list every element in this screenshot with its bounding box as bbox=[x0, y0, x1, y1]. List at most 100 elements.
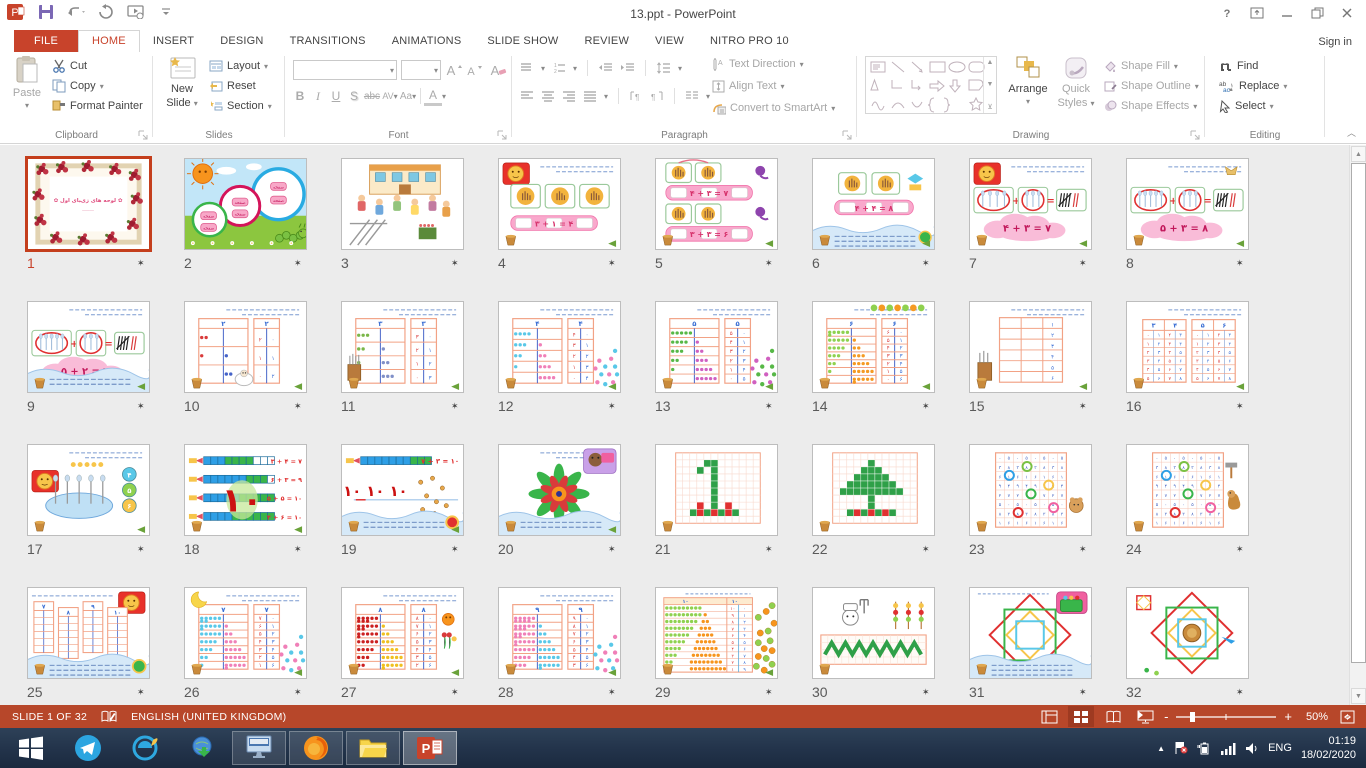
animation-indicator-star-icon[interactable]: ✶ bbox=[137, 258, 145, 269]
animation-indicator-star-icon[interactable]: ✶ bbox=[294, 544, 302, 555]
taskbar-firefox-icon[interactable] bbox=[289, 731, 343, 765]
animation-indicator-star-icon[interactable]: ✶ bbox=[451, 687, 459, 698]
format-painter-button[interactable]: Format Painter bbox=[52, 96, 143, 116]
font-name-combo[interactable]: ▾ bbox=[293, 60, 397, 80]
slide-thumbnail-7[interactable]: +=۴ + ۳ = ۷ bbox=[969, 158, 1092, 250]
slide-thumbnail-13[interactable]: ۵۵۵۰۴۱۳۲۲۳۱۴۰۵ bbox=[655, 301, 778, 393]
slide-thumbnail-30[interactable] bbox=[812, 587, 935, 679]
normal-view-button[interactable] bbox=[1036, 706, 1062, 727]
animation-indicator-star-icon[interactable]: ✶ bbox=[1079, 687, 1087, 698]
text-shadow-button[interactable]: S bbox=[345, 86, 363, 106]
tab-insert[interactable]: INSERT bbox=[140, 31, 207, 52]
taskbar-idm-icon[interactable] bbox=[175, 731, 229, 765]
slide-thumbnail-12[interactable]: ۴۴۴۰۳۱۲۲۱۳۰۴ bbox=[498, 301, 621, 393]
font-size-combo[interactable]: ▾ bbox=[401, 60, 441, 80]
zoom-slider[interactable] bbox=[1174, 710, 1278, 724]
zoom-in-button[interactable]: + bbox=[1284, 709, 1292, 724]
animation-indicator-star-icon[interactable]: ✶ bbox=[922, 687, 930, 698]
italic-button[interactable]: I bbox=[309, 86, 327, 106]
animation-indicator-star-icon[interactable]: ✶ bbox=[922, 544, 930, 555]
shrink-font-button[interactable]: A bbox=[465, 60, 483, 80]
taskbar-internet-explorer-icon[interactable] bbox=[118, 731, 172, 765]
tab-home[interactable]: HOME bbox=[78, 30, 140, 53]
taskbar-file-explorer-icon[interactable] bbox=[346, 731, 400, 765]
convert-smartart-button[interactable]: Convert to SmartArt▾ bbox=[712, 98, 835, 118]
grow-font-button[interactable]: A bbox=[445, 60, 463, 80]
slide-thumbnail-4[interactable]: ۳ + ۱ = ۴ bbox=[498, 158, 621, 250]
align-text-button[interactable]: Align Text▾ bbox=[712, 76, 785, 96]
sign-in-link[interactable]: Sign in bbox=[1318, 36, 1352, 48]
shapes-gallery[interactable]: ▲ ▼ ⊻ bbox=[865, 56, 997, 114]
align-right-button[interactable] bbox=[562, 90, 576, 102]
slide-thumbnail-16[interactable]: ۳۴۰۱۲۳۱۲۳۴۲۳۴۵۳۴۵۶۴۵۶۷۵۶۷۸۵۶۰۱۲۳۱۲۳۴۲۳۴۵… bbox=[1126, 301, 1249, 393]
slide-thumbnail-1[interactable]: ✿ ﻟﻮﺣﻪ ﻫﺎی ﺯیﺒﺎی ﺍﻭﻝ ✿﹏﹏﹏ bbox=[25, 156, 152, 252]
reset-button[interactable]: Reset bbox=[209, 76, 256, 96]
slide-thumbnail-28[interactable]: ۹۹۹۰۸۱۷۲۶۳۵۴۴۵۳۶ bbox=[498, 587, 621, 679]
taskbar-telegram-icon[interactable] bbox=[61, 731, 115, 765]
increase-indent-button[interactable] bbox=[620, 62, 635, 74]
align-center-button[interactable] bbox=[541, 90, 555, 102]
slide-thumbnail-23[interactable]: ۰۵۰۵۰۵۰۵۳۸۳۸۳۸۳۸۶۱۶۱۶۱۶۱۹۴۹۴۹۴۹۴۲۷۲۷۲۷۲۷… bbox=[969, 444, 1092, 536]
slide-thumbnail-24[interactable]: ۰۵۰۵۰۵۰۵۳۸۳۸۳۸۳۸۶۱۶۱۶۱۶۱۹۴۹۴۹۴۹۴۲۷۲۷۲۷۲۷… bbox=[1126, 444, 1249, 536]
shapes-more[interactable]: ⊻ bbox=[987, 103, 992, 111]
tab-nitro[interactable]: NITRO PRO 10 bbox=[697, 31, 802, 52]
shape-effects-button[interactable]: Shape Effects▾ bbox=[1103, 96, 1197, 116]
align-left-button[interactable] bbox=[520, 90, 534, 102]
animation-indicator-star-icon[interactable]: ✶ bbox=[765, 401, 773, 412]
slide-thumbnail-8[interactable]: +=۵ + ۳ = ۸ bbox=[1126, 158, 1249, 250]
paragraph-dialog-launcher[interactable] bbox=[842, 130, 852, 140]
animation-indicator-star-icon[interactable]: ✶ bbox=[608, 258, 616, 269]
slide-thumbnail-26[interactable]: ۷۷۷۰۶۱۵۲۴۳۳۴۲۵۱۶ bbox=[184, 587, 307, 679]
animation-indicator-star-icon[interactable]: ✶ bbox=[294, 258, 302, 269]
find-button[interactable]: Find bbox=[1219, 56, 1258, 76]
taskbar-start-button[interactable] bbox=[4, 731, 58, 765]
line-spacing-button[interactable] bbox=[656, 62, 671, 74]
quick-styles-button[interactable]: Quick Styles ▾ bbox=[1053, 55, 1099, 125]
animation-indicator-star-icon[interactable]: ✶ bbox=[451, 544, 459, 555]
language-indicator[interactable]: ENGLISH (UNITED KINGDOM) bbox=[131, 711, 286, 723]
slide-thumbnail-14[interactable]: ۶۶۶۰۵۱۴۲۳۳۲۴۱۵۰۶ bbox=[812, 301, 935, 393]
animation-indicator-star-icon[interactable]: ✶ bbox=[608, 401, 616, 412]
spell-check-icon[interactable] bbox=[101, 710, 117, 723]
battery-icon[interactable] bbox=[1197, 741, 1211, 755]
font-dialog-launcher[interactable] bbox=[497, 130, 507, 140]
shapes-scroll-up[interactable]: ▲ bbox=[987, 59, 994, 66]
collapse-ribbon-button[interactable]: ︿ bbox=[1347, 126, 1356, 139]
vertical-scrollbar[interactable]: ▲ ▼ bbox=[1349, 145, 1366, 705]
arrange-button[interactable]: Arrange▾ bbox=[1005, 55, 1051, 125]
fit-to-window-button[interactable] bbox=[1334, 706, 1360, 727]
new-slide-button[interactable]: New Slide ▾ bbox=[159, 55, 205, 125]
animation-indicator-star-icon[interactable]: ✶ bbox=[1079, 258, 1087, 269]
animation-indicator-star-icon[interactable]: ✶ bbox=[1236, 544, 1244, 555]
replace-button[interactable]: abacReplace▾ bbox=[1219, 76, 1287, 96]
animation-indicator-star-icon[interactable]: ✶ bbox=[294, 401, 302, 412]
shapes-scroll-down[interactable]: ▼ bbox=[987, 81, 994, 88]
slide-thumbnail-17[interactable]: ۴۵۶ bbox=[27, 444, 150, 536]
tab-animations[interactable]: ANIMATIONS bbox=[379, 31, 475, 52]
animation-indicator-star-icon[interactable]: ✶ bbox=[137, 544, 145, 555]
justify-button[interactable] bbox=[583, 90, 597, 102]
scroll-down-arrow[interactable]: ▼ bbox=[1351, 688, 1366, 704]
slide-thumbnail-32[interactable] bbox=[1126, 587, 1249, 679]
animation-indicator-star-icon[interactable]: ✶ bbox=[765, 258, 773, 269]
language-button[interactable]: ENG bbox=[1268, 742, 1292, 754]
bullets-button[interactable] bbox=[520, 62, 534, 74]
animation-indicator-star-icon[interactable]: ✶ bbox=[1079, 544, 1087, 555]
animation-indicator-star-icon[interactable]: ✶ bbox=[922, 258, 930, 269]
help-button[interactable]: ? bbox=[1212, 0, 1242, 26]
select-button[interactable]: Select▾ bbox=[1219, 96, 1274, 116]
character-spacing-button[interactable]: AV▾ bbox=[381, 86, 399, 106]
minimize-button[interactable] bbox=[1272, 0, 1302, 26]
cut-button[interactable]: Cut bbox=[52, 56, 87, 76]
animation-indicator-star-icon[interactable]: ✶ bbox=[765, 544, 773, 555]
columns-button[interactable] bbox=[685, 90, 699, 102]
action-center-icon[interactable] bbox=[1174, 741, 1188, 755]
underline-button[interactable]: U bbox=[327, 86, 345, 106]
shape-fill-button[interactable]: Shape Fill▾ bbox=[1103, 56, 1178, 76]
paste-button[interactable]: Paste▾ bbox=[4, 55, 50, 125]
slide-thumbnail-22[interactable] bbox=[812, 444, 935, 536]
slide-thumbnail-15[interactable]: ۱۲۳۴۵۶ bbox=[969, 301, 1092, 393]
slide-thumbnail-21[interactable] bbox=[655, 444, 778, 536]
strikethrough-button[interactable]: abc bbox=[363, 86, 381, 106]
animation-indicator-star-icon[interactable]: ✶ bbox=[451, 258, 459, 269]
